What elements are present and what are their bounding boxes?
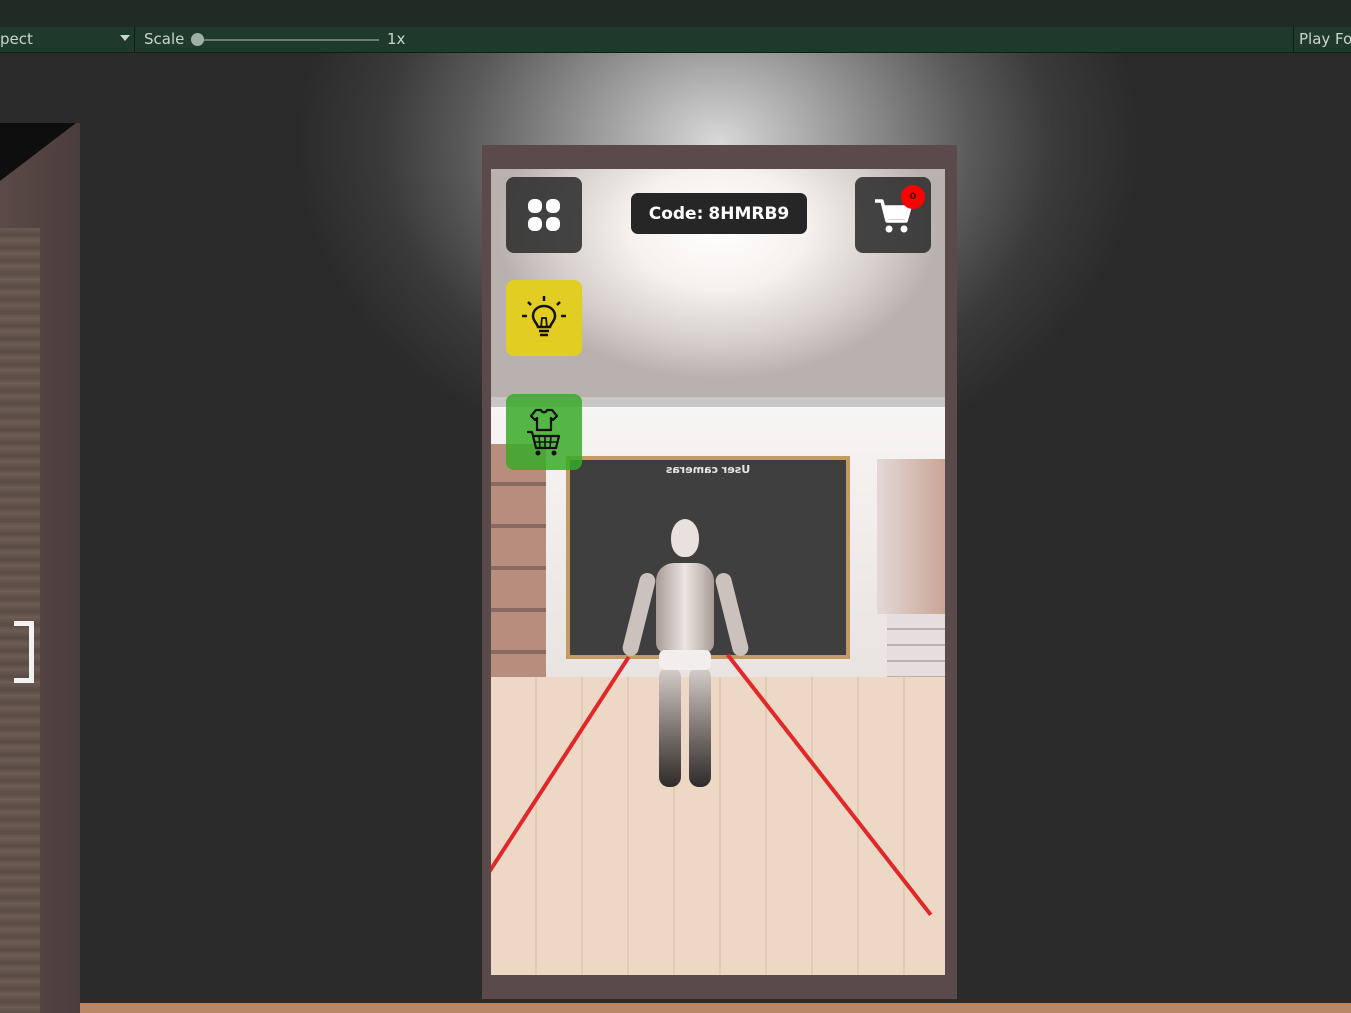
scale-label: Scale xyxy=(144,30,185,48)
mannequin-left-leg xyxy=(659,667,681,787)
scale-value: 1x xyxy=(387,30,406,48)
code-label: Code: xyxy=(648,203,704,224)
scene-floor xyxy=(80,1003,1351,1013)
menu-button[interactable] xyxy=(506,177,582,253)
wardrobe-shop-button[interactable] xyxy=(506,394,582,470)
aspect-dropdown[interactable]: pect xyxy=(0,27,135,52)
cart-button[interactable]: 0 xyxy=(855,177,931,253)
mannequin-right-leg xyxy=(689,667,711,787)
cart-count-badge: 0 xyxy=(901,185,925,209)
editor-top-strip xyxy=(0,0,1351,28)
mannequin-avatar xyxy=(620,517,751,797)
mannequin-torso xyxy=(656,563,714,653)
clothing-shelves xyxy=(491,444,546,694)
room-right-wall xyxy=(877,459,945,614)
cabinet-handle xyxy=(14,621,34,683)
game-scene: User cameras Code: 8HMRB9 0 xyxy=(0,53,1351,1013)
tips-button[interactable] xyxy=(506,280,582,356)
scale-slider-track[interactable] xyxy=(196,39,379,41)
lightbulb-icon xyxy=(522,296,566,337)
grid-four-icon xyxy=(528,199,560,231)
mannequin-hips xyxy=(659,650,711,670)
shirt-cart-icon xyxy=(527,408,561,456)
game-view-toolbar: pect Scale 1x Play Fo xyxy=(0,27,1351,53)
chevron-down-icon xyxy=(120,35,130,41)
play-focus-label: Play Fo xyxy=(1299,30,1351,48)
left-cabinet xyxy=(0,123,80,1013)
play-focus-dropdown[interactable]: Play Fo xyxy=(1293,27,1351,52)
scale-slider-knob[interactable] xyxy=(191,33,204,46)
board-label: User cameras xyxy=(665,463,751,476)
aspect-dropdown-label: pect xyxy=(0,30,33,48)
mannequin-head xyxy=(671,519,699,557)
room-code-display: Code: 8HMRB9 xyxy=(631,193,807,234)
code-value: 8HMRB9 xyxy=(708,203,790,224)
cabinet-top xyxy=(0,123,76,181)
mannequin-right-arm xyxy=(713,571,751,658)
mirror-frame: User cameras Code: 8HMRB9 0 xyxy=(482,145,957,999)
mirror-screen: User cameras Code: 8HMRB9 0 xyxy=(491,169,945,975)
mannequin-left-arm xyxy=(620,571,658,658)
